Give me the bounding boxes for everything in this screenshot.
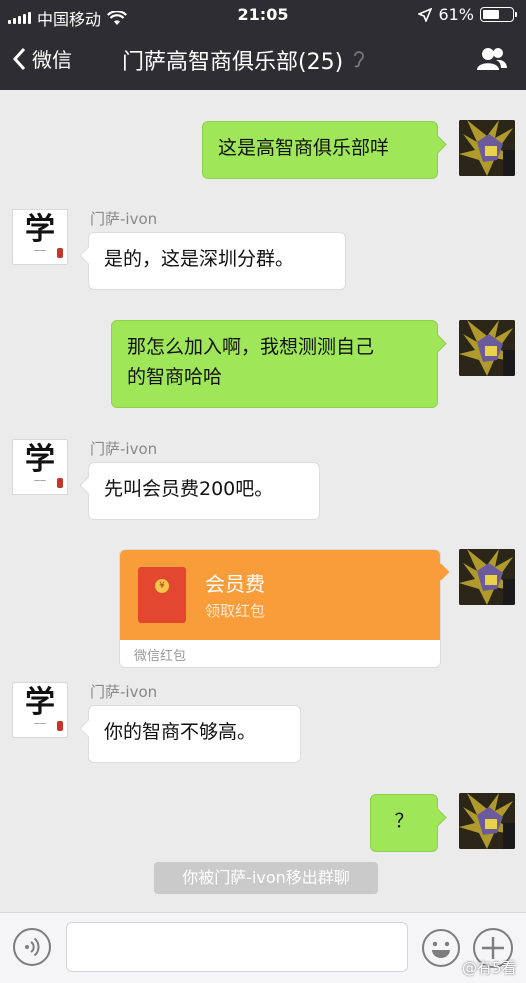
anime-character-avatar-icon: [459, 549, 515, 605]
seal-stamp-icon: [57, 478, 63, 488]
battery-percent: 61%: [438, 5, 474, 24]
seal-stamp-icon: [57, 721, 63, 731]
red-packet-header: ¥ 会员费 领取红包: [120, 550, 440, 640]
message-text: ？: [394, 810, 414, 832]
input-bar: [0, 912, 526, 983]
red-envelope-icon: ¥: [138, 567, 186, 623]
red-packet-subtitle: 领取红包: [205, 602, 266, 620]
message-input[interactable]: [66, 922, 408, 972]
watermark: @有5看: [462, 957, 517, 978]
watermark-text: @有5看: [462, 959, 517, 977]
earpiece-mode-icon: [354, 51, 365, 68]
avatar-glyph: 学: [25, 685, 55, 720]
back-label: 微信: [32, 48, 72, 72]
smiley-icon: [422, 929, 460, 967]
chat-area[interactable]: 这是高智商俱乐部咩 学 —— 门萨-ivon 是的，这是深圳分群。 那怎么加入啊…: [0, 90, 526, 912]
avatar-glyph: 学: [25, 442, 55, 477]
location-arrow-icon: [418, 7, 433, 22]
seal-stamp-icon: [57, 248, 63, 258]
anime-character-avatar-icon: [459, 320, 515, 376]
status-bar: 中国移动 21:05 61%: [0, 0, 526, 30]
group-info-button[interactable]: [476, 46, 508, 76]
message-bubble-self[interactable]: 这是高智商俱乐部咩: [202, 121, 438, 179]
voice-icon: [25, 937, 40, 957]
message-text: 先叫会员费200吧。: [104, 478, 274, 500]
chat-title: 门萨高智商俱乐部(25): [122, 50, 344, 75]
red-packet-card[interactable]: ¥ 会员费 领取红包 微信红包: [119, 549, 441, 668]
red-packet-title: 会员费: [205, 572, 265, 596]
sender-avatar[interactable]: 学 ——: [12, 439, 68, 495]
anime-character-avatar-icon: [459, 793, 515, 849]
message-bubble-self[interactable]: ？: [370, 794, 438, 852]
voice-input-button[interactable]: [13, 928, 51, 966]
avatar-glyph: 学: [25, 212, 55, 247]
my-avatar[interactable]: [459, 320, 515, 376]
message-bubble-self[interactable]: 那怎么加入啊，我想测测自己 的智商哈哈: [111, 320, 438, 408]
anime-character-avatar-icon: [459, 120, 515, 176]
sender-name: 门萨-ivon: [90, 683, 158, 701]
message-bubble-other[interactable]: 你的智商不够高。: [88, 705, 301, 763]
message-text-line: 的智商哈哈: [127, 366, 223, 388]
message-text: 是的，这是深圳分群。: [104, 248, 295, 270]
my-avatar[interactable]: [459, 549, 515, 605]
message-text: 这是高智商俱乐部咩: [218, 137, 390, 159]
message-text: 你的智商不够高。: [104, 721, 257, 743]
system-notice: 你被门萨-ivon移出群聊: [154, 862, 378, 894]
sender-avatar[interactable]: 学 ——: [12, 209, 68, 265]
back-button[interactable]: 微信: [12, 44, 72, 73]
sender-avatar[interactable]: 学 ——: [12, 682, 68, 738]
emoji-button[interactable]: [421, 928, 461, 968]
nav-bar: 微信 门萨高智商俱乐部(25): [0, 30, 526, 90]
message-bubble-other[interactable]: 是的，这是深圳分群。: [88, 232, 346, 290]
my-avatar[interactable]: [459, 120, 515, 176]
sender-name: 门萨-ivon: [90, 440, 158, 458]
people-icon: [477, 48, 507, 70]
my-avatar[interactable]: [459, 793, 515, 849]
message-text-line: 那怎么加入啊，我想测测自己: [127, 336, 375, 358]
red-packet-footer: 微信红包: [134, 649, 187, 664]
chevron-left-icon: [12, 47, 26, 70]
sender-name: 门萨-ivon: [90, 210, 158, 228]
message-bubble-other[interactable]: 先叫会员费200吧。: [88, 462, 320, 520]
battery-icon: [480, 7, 517, 22]
